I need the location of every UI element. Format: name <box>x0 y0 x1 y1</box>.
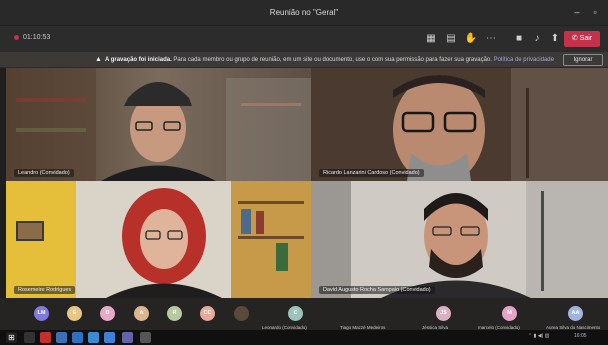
video-tile[interactable]: Ricardo Lanzarini Cardoso (Convidado) <box>311 68 608 181</box>
camera-icon[interactable]: ■ <box>512 32 526 46</box>
privacy-link[interactable]: Política de privacidade <box>494 57 554 63</box>
participant-name: Rosemeire Rodrigues <box>14 286 76 294</box>
meeting-timer: 01:10:53 <box>14 34 50 41</box>
participant-name: Leandro (Convidado) <box>14 169 74 177</box>
windows-taskbar: ⊞ ⌃ ▮ ◀) ▥ 16:05 <box>0 330 608 345</box>
teams-meeting-window: Reunião no "Geral" – ▫ 01:10:53 ▦ ▤ ✋ ⋯ … <box>0 0 608 345</box>
video-tile[interactable]: Leandro (Convidado) <box>6 68 311 181</box>
microphone-icon[interactable]: ♪ <box>530 32 544 46</box>
maximize-icon[interactable]: ▫ <box>588 5 602 19</box>
video-feed <box>311 181 608 298</box>
participant-avatar[interactable]: M <box>502 306 517 321</box>
video-tile[interactable]: Rosemeire Rodrigues <box>6 181 311 298</box>
participant-avatar[interactable]: R <box>167 306 182 321</box>
participant-avatar[interactable]: JS <box>436 306 451 321</box>
participant-photo-avatar[interactable] <box>363 306 378 321</box>
participants-icon[interactable]: ▦ <box>424 32 438 46</box>
recording-dot-icon <box>14 34 19 40</box>
video-feed <box>6 181 311 298</box>
minimize-icon[interactable]: – <box>570 5 584 19</box>
system-tray-icons[interactable]: ⌃ ▮ ◀) ▥ <box>528 333 549 339</box>
banner-message: ▲ A gravação foi iniciada. Para cada memb… <box>95 56 554 63</box>
title-bar: Reunião no "Geral" – ▫ <box>0 0 608 26</box>
video-feed <box>6 68 311 181</box>
timer-text: 01:10:53 <box>23 34 51 41</box>
banner-bold-text: A gravação foi iniciada. <box>104 57 172 63</box>
search-icon[interactable] <box>24 332 35 343</box>
participant-strip: LM E D A R CC C Leonardo (Convidado) Tia… <box>0 298 608 330</box>
participant-name: David Augusto Rocha Sampaio (Convidado) <box>319 286 435 294</box>
leave-label: Sair <box>579 35 593 42</box>
dismiss-button[interactable]: Ignorar <box>563 54 603 66</box>
participant-avatar[interactable]: C <box>288 306 303 321</box>
teams-icon[interactable] <box>122 332 133 343</box>
participant-avatar[interactable]: D <box>100 306 115 321</box>
participant-avatar[interactable]: LM <box>34 306 49 321</box>
clock: 16:05 <box>574 333 587 339</box>
browser-icon[interactable] <box>56 332 67 343</box>
share-screen-icon[interactable]: ⬆ <box>548 32 562 46</box>
warning-icon: ▲ <box>95 56 102 63</box>
video-tile[interactable]: David Augusto Rocha Sampaio (Convidado) <box>311 181 608 298</box>
more-actions-icon[interactable]: ⋯ <box>484 32 498 46</box>
window-title: Reunião no "Geral" <box>269 8 339 17</box>
mail-icon[interactable] <box>88 332 99 343</box>
word-icon[interactable] <box>72 332 83 343</box>
participant-photo-avatar[interactable] <box>234 306 249 321</box>
participant-avatar[interactable]: AA <box>568 306 583 321</box>
participant-avatar[interactable]: E <box>67 306 82 321</box>
app-icon[interactable] <box>140 332 151 343</box>
banner-text: Para cada membro ou grupo de reunião, em… <box>173 57 492 63</box>
recording-banner: ▲ A gravação foi iniciada. Para cada memb… <box>0 52 608 68</box>
video-feed <box>311 68 608 181</box>
participant-avatar[interactable]: CC <box>200 306 215 321</box>
chat-icon[interactable]: ▤ <box>444 32 458 46</box>
opera-icon[interactable] <box>40 332 51 343</box>
phone-icon: ✆ <box>571 35 580 42</box>
participant-avatar[interactable]: A <box>134 306 149 321</box>
meeting-toolbar: 01:10:53 ▦ ▤ ✋ ⋯ ■ ♪ ⬆ ✆ Sair <box>0 26 608 52</box>
leave-button[interactable]: ✆ Sair <box>564 31 600 47</box>
start-menu-icon[interactable]: ⊞ <box>6 332 17 343</box>
raise-hand-icon[interactable]: ✋ <box>464 32 478 46</box>
folder-icon[interactable] <box>104 332 115 343</box>
participant-name: Ricardo Lanzarini Cardoso (Convidado) <box>319 169 424 177</box>
